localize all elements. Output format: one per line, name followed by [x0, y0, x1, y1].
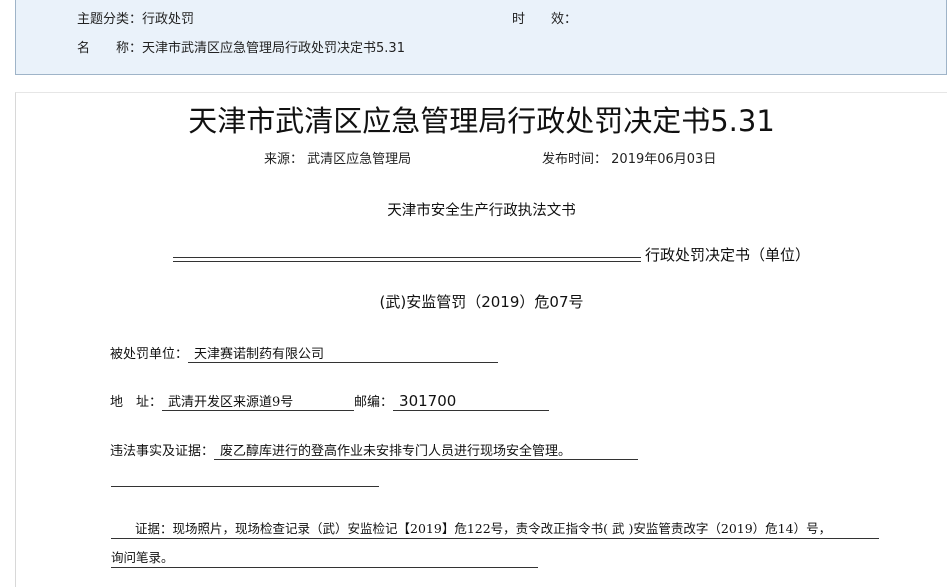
name-label: 名 称： [77, 41, 143, 56]
document-subheading: 天津市安全生产行政执法文书 [387, 203, 576, 219]
validity-row: 时 效： [512, 8, 577, 27]
published-value: 2019年06月03日 [611, 152, 717, 167]
evidence-line-1: 证据：现场照片，现场检查记录（武）安监检记【2019】危122号，责令改正指令书… [111, 518, 879, 539]
address-row: 地 址： 武清开发区来源道9号 邮编： 301700 [110, 391, 550, 411]
document-number: (武)安监管罚（2019）危07号 [379, 293, 584, 311]
penalized-label: 被处罚单位： [110, 347, 189, 362]
source-value: 武清区应急管理局 [307, 152, 412, 167]
postcode-value: 301700 [393, 392, 550, 411]
validity-label: 时 效： [512, 12, 578, 27]
address-label: 地 址： [110, 395, 163, 410]
facts-row: 违法事实及证据： 废乙醇库进行的登高作业未安排专门人员进行现场安全管理。 [110, 440, 639, 460]
facts-value: 废乙醇库进行的登高作业未安排专门人员进行现场安全管理。 [214, 440, 639, 460]
document-info-bar: 主题分类：行政处罚 时 效： 名 称：天津市武清区应急管理局行政处罚决定书5.3… [15, 0, 947, 75]
category-row: 主题分类：行政处罚 [77, 8, 194, 27]
source-label: 来源： [264, 152, 304, 167]
name-row: 名 称：天津市武清区应急管理局行政处罚决定书5.31 [77, 37, 405, 56]
decision-label: 行政处罚决定书（单位） [645, 246, 811, 264]
double-rule-divider [173, 257, 641, 262]
facts-label: 违法事实及证据： [110, 444, 215, 459]
category-label: 主题分类： [77, 12, 143, 27]
postcode-label: 邮编： [354, 395, 394, 410]
address-value: 武清开发区来源道9号 [162, 391, 355, 411]
penalized-unit-row: 被处罚单位： 天津赛诺制药有限公司 [110, 343, 499, 363]
name-value: 天津市武清区应急管理局行政处罚决定书5.31 [142, 41, 405, 56]
published-label: 发布时间： [542, 152, 608, 167]
penalized-value: 天津赛诺制药有限公司 [188, 343, 499, 363]
evidence-line-2: 询问笔录。 [111, 547, 538, 568]
source-row: 来源： 武清区应急管理局 [264, 148, 411, 167]
document-title: 天津市武清区应急管理局行政处罚决定书5.31 [188, 104, 775, 138]
category-value: 行政处罚 [142, 12, 195, 27]
blank-underline [111, 486, 379, 487]
document-body: 天津市武清区应急管理局行政处罚决定书5.31 来源： 武清区应急管理局 发布时间… [15, 92, 947, 587]
published-row: 发布时间： 2019年06月03日 [542, 148, 716, 167]
